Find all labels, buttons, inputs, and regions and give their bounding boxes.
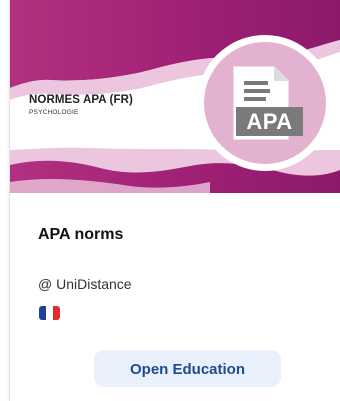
- france-flag-icon: [39, 306, 60, 320]
- banner-title: NORMES APA (FR): [29, 94, 133, 106]
- course-card[interactable]: NORMES APA (FR) PSYCHOLOGIE APA APA norm…: [9, 0, 340, 401]
- course-provider: @ UniDistance: [38, 276, 132, 292]
- banner-subtitle: PSYCHOLOGIE: [29, 109, 79, 116]
- course-content: APA norms @ UniDistance Open Education: [10, 193, 340, 401]
- open-education-button[interactable]: Open Education: [94, 350, 281, 387]
- flag-red-stripe: [53, 306, 60, 320]
- course-title[interactable]: APA norms: [38, 226, 123, 244]
- course-banner: NORMES APA (FR) PSYCHOLOGIE APA: [10, 0, 340, 193]
- flag-white-stripe: [46, 306, 53, 320]
- flag-blue-stripe: [39, 306, 46, 320]
- document-badge-label: APA: [236, 107, 303, 136]
